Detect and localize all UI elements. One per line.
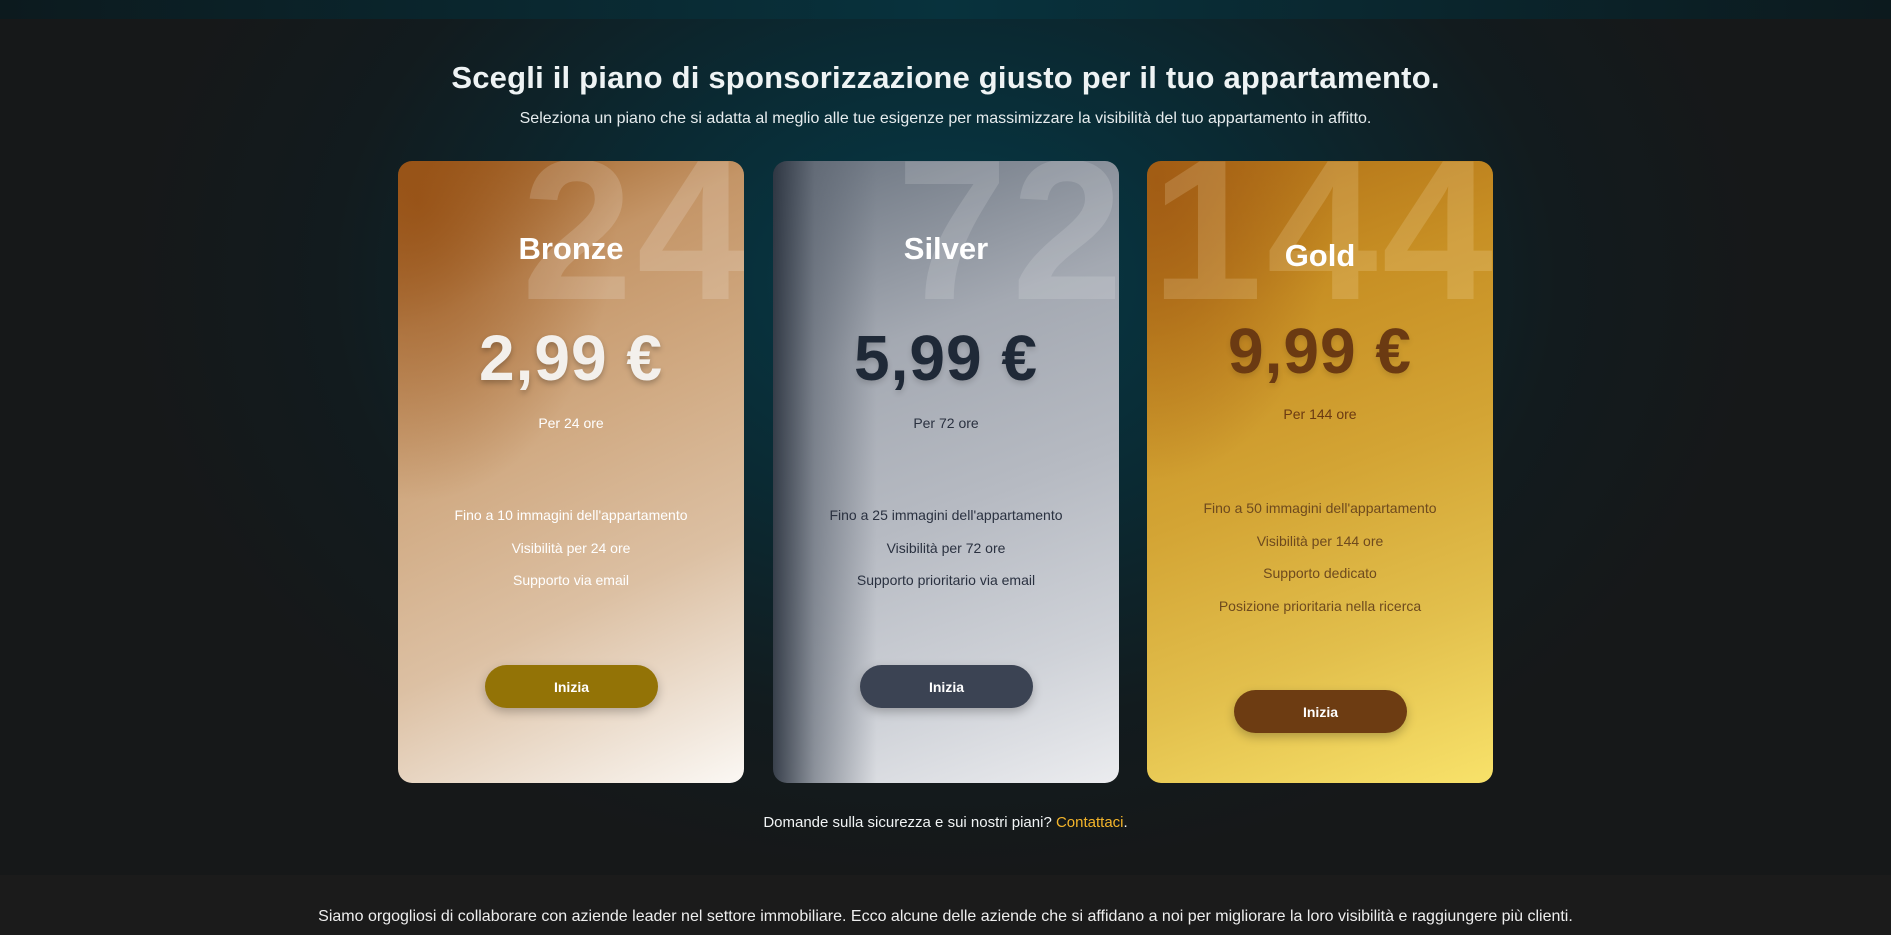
plan-name: Silver [903, 231, 989, 266]
plan-card-bronze: 24 Bronze 2,99 € Per 24 ore Fino a 10 im… [398, 161, 744, 783]
plan-features-list: Fino a 50 immagini dell'appartamento Vis… [1147, 498, 1493, 628]
plan-feature-item: Visibilità per 144 ore [1256, 532, 1384, 549]
plan-price: 9,99 € [1228, 315, 1412, 387]
start-button-gold[interactable]: Inizia [1234, 690, 1407, 733]
contact-line: Domande sulla sicurezza e sui nostri pia… [0, 814, 1891, 831]
top-bar [0, 0, 1891, 19]
plan-card-gold: 144 Gold 9,99 € Per 144 ore Fino a 50 im… [1147, 161, 1493, 783]
plan-feature-item: Supporto dedicato [1263, 565, 1377, 581]
plan-name: Bronze [518, 231, 624, 266]
plan-feature-item: Posizione prioritaria nella ricerca [1218, 597, 1422, 614]
plan-features-list: Fino a 25 immagini dell'appartamento Vis… [773, 505, 1119, 603]
start-button-bronze[interactable]: Inizia [485, 665, 658, 708]
start-button-silver[interactable]: Inizia [860, 665, 1033, 708]
plan-feature-item: Visibilità per 72 ore [886, 539, 1006, 556]
contact-text: Domande sulla sicurezza e sui nostri pia… [763, 814, 1052, 831]
plan-card-silver: 72 Silver 5,99 € Per 72 ore Fino a 25 im… [773, 161, 1119, 783]
plan-name: Gold [1284, 238, 1356, 273]
contact-link[interactable]: Contattaci [1056, 814, 1124, 831]
plan-period: Per 144 ore [1283, 406, 1357, 422]
partners-text: Siamo orgogliosi di collaborare con azie… [318, 908, 1573, 925]
plan-features-list: Fino a 10 immagini dell'appartamento Vis… [398, 505, 744, 603]
plan-period: Per 24 ore [538, 415, 604, 431]
plan-feature-item: Fino a 50 immagini dell'appartamento [1203, 500, 1437, 516]
page-title: Scegli il piano di sponsorizzazione gius… [451, 60, 1440, 95]
plan-period: Per 72 ore [913, 415, 979, 431]
plan-feature-item: Fino a 25 immagini dell'appartamento [829, 507, 1063, 523]
plan-price: 5,99 € [854, 322, 1038, 394]
plan-feature-item: Visibilità per 24 ore [511, 539, 631, 556]
contact-suffix: . [1123, 814, 1128, 831]
page-subtitle: Seleziona un piano che si adatta al megl… [519, 110, 1372, 127]
plan-feature-item: Supporto prioritario via email [856, 572, 1036, 588]
partners-section [0, 875, 1891, 935]
plan-feature-item: Supporto via email [513, 572, 629, 588]
plan-feature-item: Fino a 10 immagini dell'appartamento [454, 507, 688, 523]
plan-price: 2,99 € [479, 322, 663, 394]
